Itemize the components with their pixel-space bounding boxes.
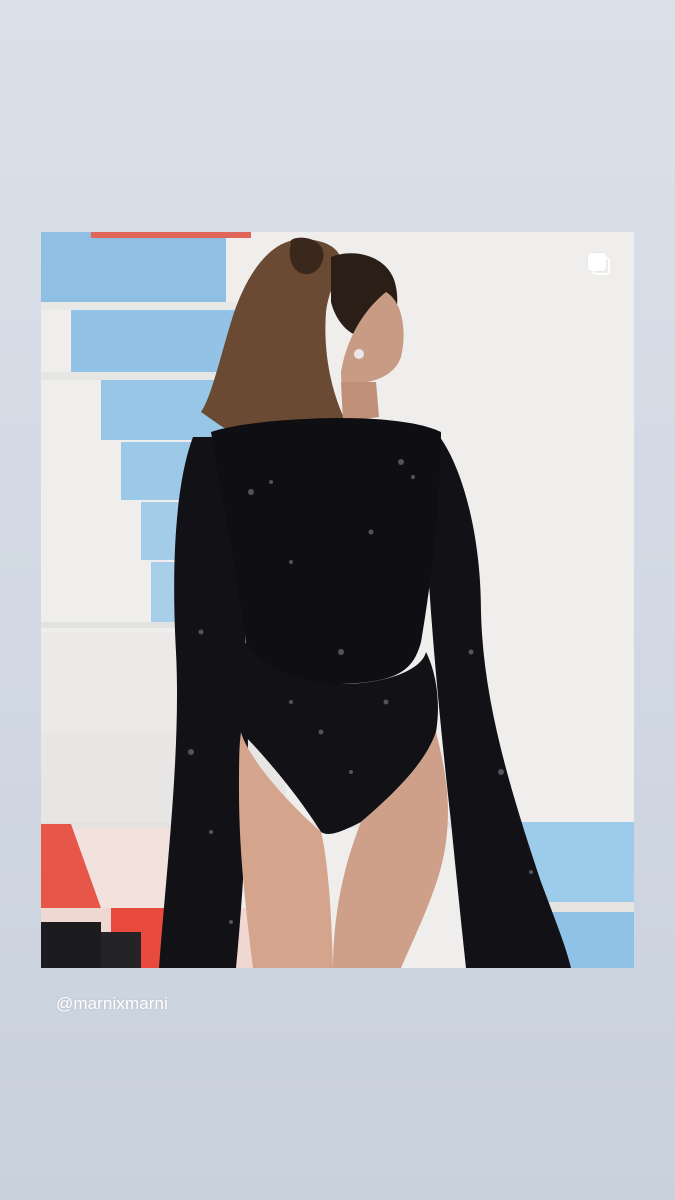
story-screen: @marnixmarni (0, 0, 675, 1200)
mention-sticker[interactable]: @marnixmarni (56, 994, 168, 1014)
shared-post-card[interactable] (41, 232, 634, 968)
multiple-photos-icon (587, 252, 613, 278)
post-photo (41, 232, 634, 968)
